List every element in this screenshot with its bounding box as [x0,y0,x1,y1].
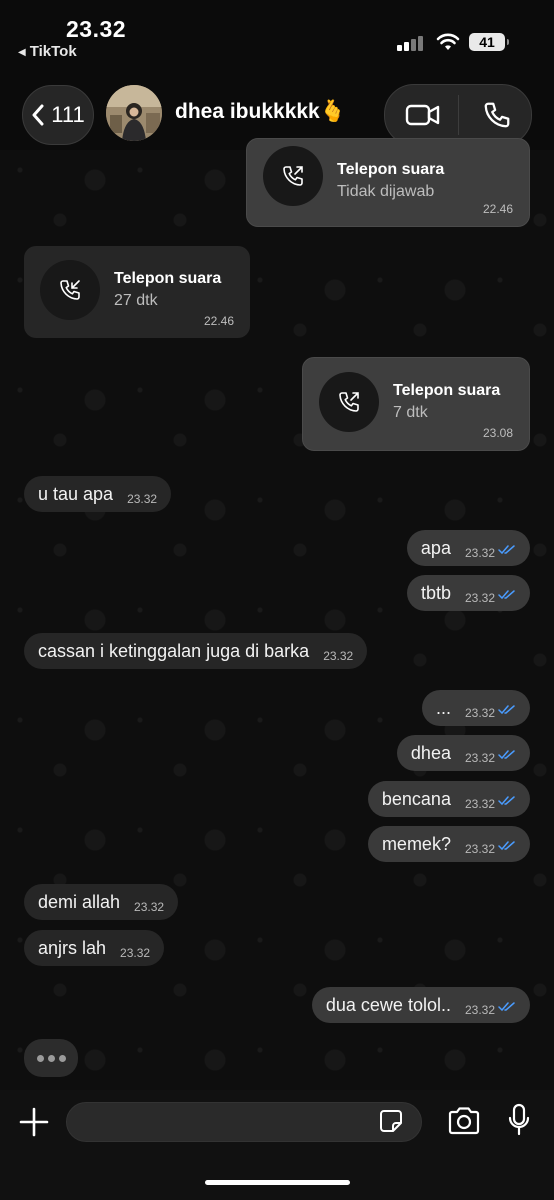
message-text: apa [420,538,451,558]
message-text: dua cewe tolol.. [325,995,451,1015]
message-time: 23.32 [134,900,165,914]
message-text: bencana [381,789,451,809]
message-time: 23.32 [464,842,495,856]
message-text: u tau apa [38,484,114,504]
camera-icon[interactable] [447,1106,481,1136]
message-time: 23.32 [464,751,495,765]
call-divider [458,95,459,135]
cellular-signal-icon [397,35,425,51]
typing-dot [47,1054,55,1062]
status-bar: 23.32 ◀ TikTok 41 [0,0,554,70]
message-text: memek? [381,834,451,854]
call-actions [384,84,532,146]
message-incoming[interactable]: cassan i ketinggalan juga di barka 23.32 [24,633,368,669]
message-text: anjrs lah [38,938,107,958]
read-ticks-icon [498,1002,515,1012]
message-outgoing[interactable]: memek? 23.32 [367,826,530,862]
call-title: Telepon suara [114,270,222,287]
message-text: cassan i ketinggalan juga di barka [38,641,310,661]
home-indicator[interactable] [205,1180,350,1185]
call-bubble[interactable]: Telepon suara Tidak dijawab 22.46 [246,138,530,227]
read-ticks-icon [498,841,515,851]
call-title: Telepon suara [393,382,501,399]
call-bubble[interactable]: Telepon suara 7 dtk 23.08 [302,357,530,451]
call-bubble[interactable]: Telepon suara 27 dtk 22.46 [24,246,250,338]
contact-name[interactable]: dhea ibukkkkk🫰 [175,100,346,124]
message-text: ... [435,698,451,718]
call-title: Telepon suara [337,161,445,178]
typing-dot [58,1054,66,1062]
message-time: 23.32 [464,706,495,720]
message-incoming[interactable]: demi allah 23.32 [24,884,179,920]
message-text: demi allah [38,892,121,912]
typing-dot [36,1054,44,1062]
back-triangle-icon: ◀ [18,47,26,58]
message-outgoing[interactable]: tbtb 23.32 [406,575,530,611]
message-outgoing[interactable]: apa 23.32 [406,530,530,566]
microphone-icon[interactable] [508,1103,530,1137]
message-text: dhea [410,743,451,763]
sticker-icon[interactable] [379,1109,403,1133]
contact-avatar[interactable] [106,85,162,141]
avatar-photo [106,85,162,141]
message-outgoing[interactable]: ... 23.32 [421,690,530,726]
message-time: 23.32 [120,946,151,960]
incoming-call-icon [60,280,80,300]
call-icon-circle [40,260,100,320]
message-time: 23.32 [464,1003,495,1017]
call-duration: 7 dtk [393,404,428,421]
call-duration: 27 dtk [114,292,158,309]
unread-count: 111 [51,102,85,127]
plus-icon[interactable] [18,1106,50,1138]
message-outgoing[interactable]: bencana 23.32 [367,781,530,817]
call-time: 22.46 [482,202,513,216]
call-time: 22.46 [203,314,234,328]
wifi-icon [436,33,460,50]
outgoing-call-icon [283,166,303,186]
read-ticks-icon [498,545,515,555]
message-text: tbtb [420,583,451,603]
typing-indicator [24,1039,78,1077]
message-incoming[interactable]: u tau apa 23.32 [24,476,172,512]
call-status: Tidak dijawab [337,183,435,200]
read-ticks-icon [498,590,515,600]
outgoing-call-icon [339,392,359,412]
read-ticks-icon [498,705,515,715]
battery-indicator: 41 [469,33,509,51]
message-time: 23.32 [323,649,354,663]
message-input[interactable] [66,1102,422,1142]
status-time: 23.32 [66,16,127,42]
message-time: 23.32 [127,492,158,506]
call-icon-circle [319,372,379,432]
message-time: 23.32 [464,797,495,811]
message-time: 23.32 [464,591,495,605]
message-time: 23.32 [464,546,495,560]
back-chevron-icon [32,104,44,126]
back-button[interactable]: 111 [22,85,94,145]
message-incoming[interactable]: anjrs lah 23.32 [24,930,165,966]
phone-icon[interactable] [482,100,512,130]
call-icon-circle [263,146,323,206]
message-outgoing[interactable]: dhea 23.32 [396,735,530,771]
back-app-label: TikTok [29,43,77,60]
call-time: 23.08 [482,426,513,440]
video-call-icon[interactable] [405,100,441,130]
back-to-app-link[interactable]: ◀ TikTok [18,43,77,60]
read-ticks-icon [498,750,515,760]
message-outgoing[interactable]: dua cewe tolol.. 23.32 [311,987,530,1023]
read-ticks-icon [498,796,515,806]
